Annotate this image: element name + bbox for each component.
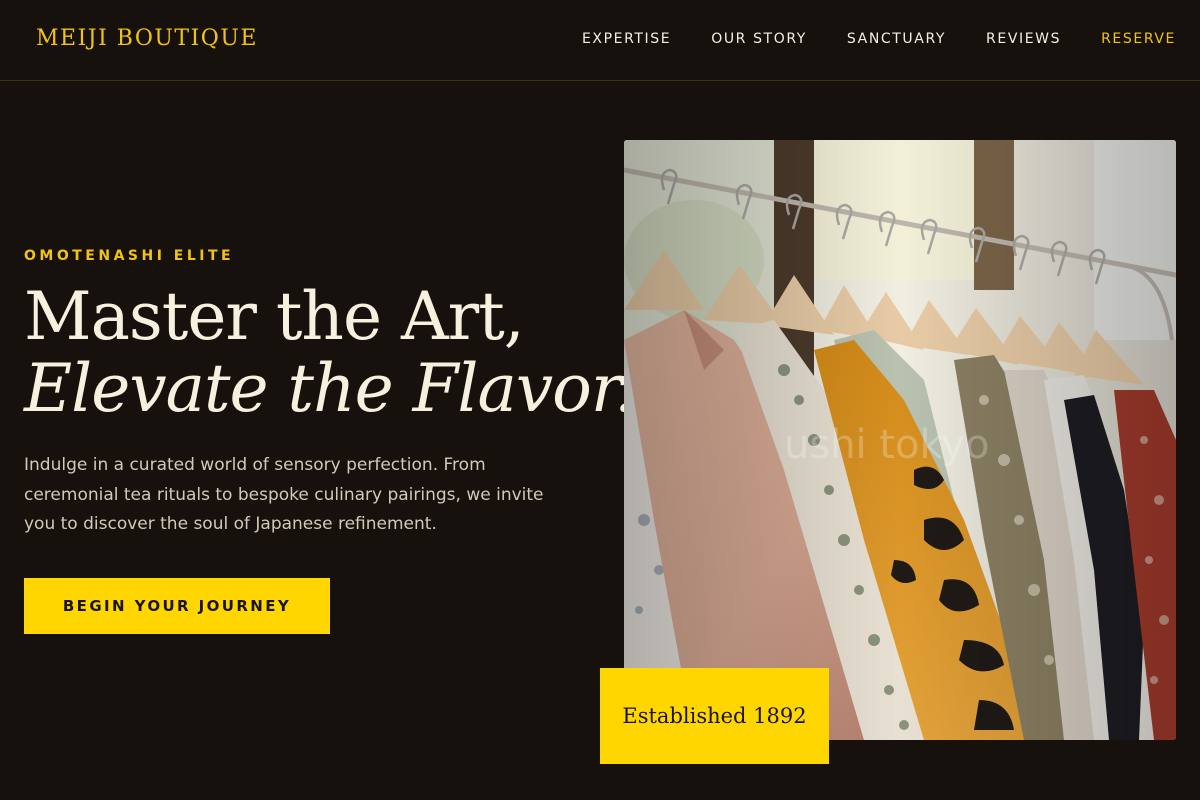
site-header: MEIJI BOUTIQUE EXPERTISE OUR STORY SANCT… xyxy=(0,0,1200,81)
hero-headline: Master the Art, Elevate the Flavor. xyxy=(24,278,635,427)
nav-reserve[interactable]: RESERVE xyxy=(1101,31,1176,47)
clothing-rack-illustration: ushi tokyo xyxy=(624,140,1176,740)
image-watermark: ushi tokyo xyxy=(784,422,989,468)
nav-reviews[interactable]: REVIEWS xyxy=(986,31,1061,47)
headline-line-1: Master the Art, xyxy=(24,278,525,355)
hero-description: Indulge in a curated world of sensory pe… xyxy=(24,455,544,534)
nav-sanctuary[interactable]: SANCTUARY xyxy=(847,31,946,47)
nav-expertise[interactable]: EXPERTISE xyxy=(582,31,671,47)
page: MEIJI BOUTIQUE EXPERTISE OUR STORY SANCT… xyxy=(0,0,1200,800)
begin-journey-button[interactable]: BEGIN YOUR JOURNEY xyxy=(24,578,330,634)
brand-logo[interactable]: MEIJI BOUTIQUE xyxy=(36,26,258,51)
hero-eyebrow: OMOTENASHI ELITE xyxy=(24,248,235,264)
established-badge: Established 1892 xyxy=(600,668,829,764)
main-nav: EXPERTISE OUR STORY SANCTUARY REVIEWS RE… xyxy=(582,31,1176,47)
nav-our-story[interactable]: OUR STORY xyxy=(711,31,807,47)
hero-clothing-rack-image: ushi tokyo xyxy=(624,140,1176,740)
headline-line-2: Elevate the Flavor. xyxy=(24,350,635,427)
